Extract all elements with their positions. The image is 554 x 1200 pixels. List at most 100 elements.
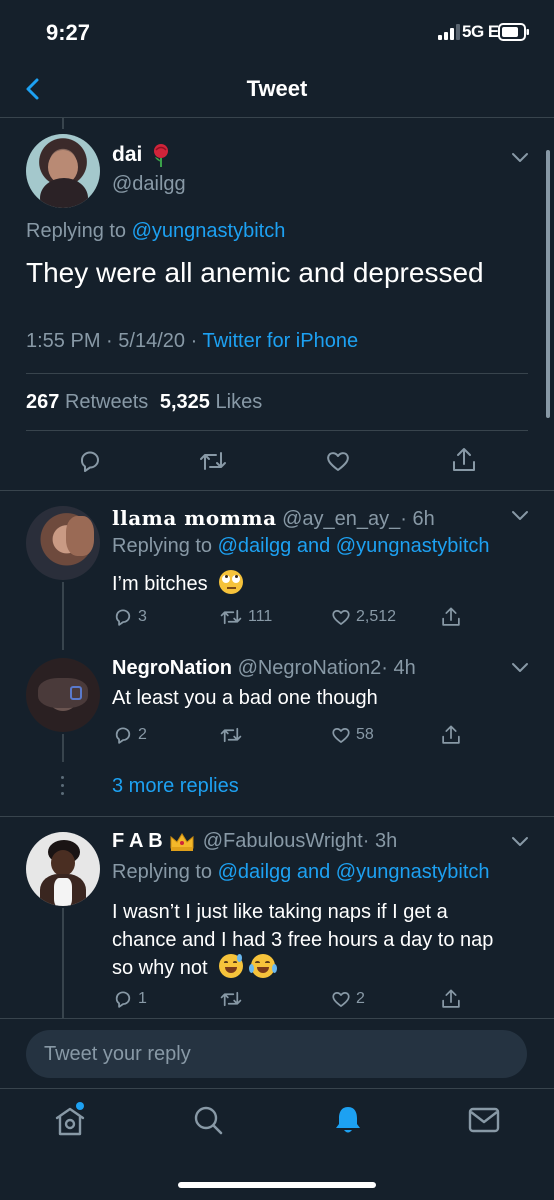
rose-emoji bbox=[150, 143, 172, 167]
chevron-down-icon bbox=[510, 834, 530, 848]
replying-and: and bbox=[291, 861, 336, 883]
share-icon bbox=[450, 445, 478, 475]
reply-1-reply-button[interactable]: 3 bbox=[112, 606, 147, 628]
like-count: 58 bbox=[356, 726, 374, 743]
reply-3-replying-to: Replying to @dailgg and @yungnastybitch bbox=[112, 861, 490, 884]
sweat-smile-emoji bbox=[219, 954, 244, 978]
nav-divider bbox=[0, 117, 554, 118]
reply-2-retweet-button[interactable] bbox=[218, 724, 248, 746]
reply-1-text: I’m bitches bbox=[112, 573, 208, 595]
reply-1-like-button[interactable]: 2,512 bbox=[330, 606, 396, 628]
thread-line-2 bbox=[62, 734, 64, 762]
main-retweet-button[interactable] bbox=[197, 447, 229, 475]
reply-1-display-name[interactable]: llama momma bbox=[112, 506, 277, 530]
rolling-eyes-emoji bbox=[219, 570, 244, 594]
reply-3-share-button[interactable] bbox=[440, 987, 462, 1011]
avatar-main[interactable] bbox=[26, 134, 100, 208]
reply-2-share-button[interactable] bbox=[440, 723, 462, 747]
replying-mention[interactable]: @dailgg bbox=[218, 861, 292, 883]
reply-2-options-button[interactable] bbox=[510, 660, 530, 674]
share-icon bbox=[440, 987, 462, 1011]
retweets-count: 267 bbox=[26, 391, 60, 413]
reply-1-header: llama momma @ay_en_ay_· 6h bbox=[112, 506, 435, 531]
main-handle[interactable]: @dailgg bbox=[112, 173, 186, 196]
reply-2-handle[interactable]: @NegroNation2 bbox=[238, 657, 382, 679]
reply-icon bbox=[112, 724, 134, 746]
main-like-button[interactable] bbox=[324, 447, 352, 475]
thread-line-3 bbox=[62, 908, 64, 1018]
reply-composer[interactable] bbox=[26, 1030, 527, 1078]
share-icon bbox=[440, 723, 462, 747]
reply-count: 2 bbox=[138, 726, 147, 743]
chevron-down-icon bbox=[510, 660, 530, 674]
tweet-time: 1:55 PM bbox=[26, 330, 101, 352]
reply-1-handle[interactable]: @ay_en_ay_ bbox=[282, 508, 400, 530]
tab-messages[interactable] bbox=[466, 1104, 506, 1144]
tab-notifications[interactable] bbox=[330, 1102, 370, 1142]
tweet-source[interactable]: Twitter for iPhone bbox=[202, 330, 358, 352]
tweet-options-button[interactable] bbox=[510, 150, 530, 164]
share-icon bbox=[440, 605, 462, 629]
likes-stat[interactable]: 5,325 Likes bbox=[160, 391, 262, 413]
reply-2-reply-button[interactable]: 2 bbox=[112, 724, 147, 746]
replying-mention[interactable]: @yungnastybitch bbox=[336, 861, 490, 883]
stats-divider-top bbox=[26, 373, 528, 374]
like-icon bbox=[330, 724, 352, 746]
retweet-count: 111 bbox=[248, 608, 273, 625]
reply-3-retweet-button[interactable] bbox=[218, 988, 248, 1010]
like-icon bbox=[324, 447, 352, 475]
retweet-icon bbox=[218, 988, 244, 1010]
replying-prefix: Replying to bbox=[112, 535, 218, 557]
stats-divider-bottom bbox=[26, 430, 528, 431]
main-display-name[interactable]: dai bbox=[112, 143, 172, 167]
like-icon bbox=[330, 988, 352, 1010]
reply-1-age: · 6h bbox=[400, 508, 435, 530]
battery-icon bbox=[498, 23, 530, 46]
reply-1-text-row: I’m bitches bbox=[112, 570, 244, 596]
replying-mention[interactable]: @dailgg bbox=[218, 535, 292, 557]
network-type: 5G E bbox=[462, 22, 499, 41]
thread-divider bbox=[0, 816, 554, 817]
main-tweet-meta: 1:55 PM · 5/14/20 · Twitter for iPhone bbox=[26, 330, 358, 353]
avatar-reply-1[interactable] bbox=[26, 506, 100, 580]
composer-divider bbox=[0, 1018, 554, 1019]
likes-count: 5,325 bbox=[159, 391, 210, 413]
main-reply-button[interactable] bbox=[76, 447, 104, 475]
reply-1-retweet-button[interactable]: 111 bbox=[218, 606, 272, 628]
more-replies-link[interactable]: 3 more replies bbox=[112, 775, 239, 798]
tab-home[interactable] bbox=[50, 1100, 90, 1140]
reply-2-display-name[interactable]: NegroNation bbox=[112, 657, 232, 679]
reply-3-display-name[interactable]: F A B bbox=[112, 830, 163, 853]
crown-emoji bbox=[169, 832, 195, 852]
signal-icon bbox=[438, 24, 460, 45]
reply-1-replying-to: Replying to @dailgg and @yungnastybitch bbox=[112, 535, 490, 558]
home-icon bbox=[50, 1100, 90, 1140]
reply-3-text: I wasn’t I just like taking naps if I ge… bbox=[112, 898, 493, 982]
reply-3-like-button[interactable]: 2 bbox=[330, 988, 365, 1010]
replying-prefix: Replying to bbox=[26, 220, 132, 242]
reply-3-reply-button[interactable]: 1 bbox=[112, 988, 147, 1010]
reply-3-options-button[interactable] bbox=[510, 834, 530, 848]
retweets-stat[interactable]: 267 Retweets bbox=[26, 391, 154, 413]
status-time: 9:27 bbox=[46, 20, 91, 45]
like-count: 2 bbox=[356, 990, 365, 1007]
reply-1-share-button[interactable] bbox=[440, 605, 462, 629]
main-share-button[interactable] bbox=[450, 445, 478, 475]
reply-input[interactable] bbox=[44, 1030, 504, 1078]
reply-icon bbox=[76, 447, 104, 475]
scrollbar[interactable] bbox=[546, 150, 550, 418]
replying-mention[interactable]: @yungnastybitch bbox=[336, 535, 490, 557]
tab-search[interactable] bbox=[190, 1102, 230, 1142]
avatar-reply-3[interactable] bbox=[26, 832, 100, 906]
thread-line-1 bbox=[62, 582, 64, 650]
more-replies-dots bbox=[61, 776, 65, 796]
avatar-reply-2[interactable] bbox=[26, 658, 100, 732]
reply-2-header: NegroNation @NegroNation2· 4h bbox=[112, 657, 416, 680]
replying-mention[interactable]: @yungnastybitch bbox=[132, 220, 286, 242]
reply-2-like-button[interactable]: 58 bbox=[330, 724, 374, 746]
retweet-icon bbox=[218, 724, 244, 746]
reply-1-options-button[interactable] bbox=[510, 508, 530, 522]
reply-2-text: At least you a bad one though bbox=[112, 687, 378, 709]
tweet-date: 5/14/20 bbox=[118, 330, 186, 352]
reply-3-handle[interactable]: @FabulousWright bbox=[203, 830, 363, 853]
